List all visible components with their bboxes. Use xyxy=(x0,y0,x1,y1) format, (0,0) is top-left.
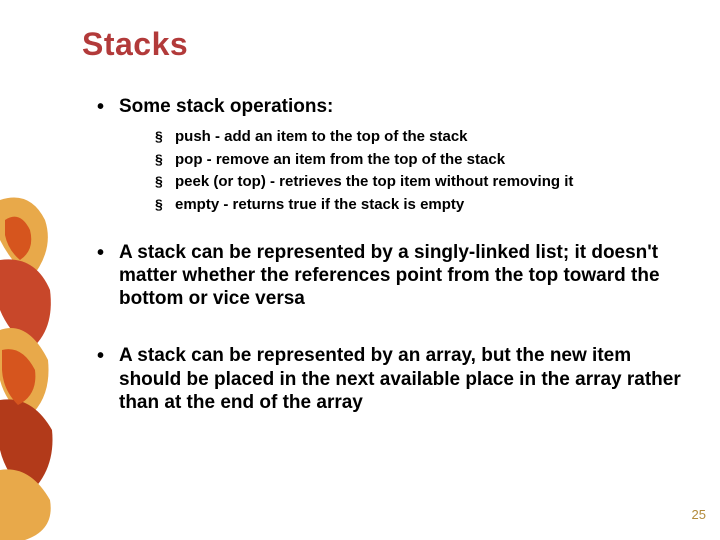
paragraph-array: A stack can be represented by an array, … xyxy=(95,344,695,414)
slide-content: Some stack operations: push - add an ite… xyxy=(95,95,695,414)
list-item: empty - returns true if the stack is emp… xyxy=(155,195,695,215)
section-heading: Some stack operations: xyxy=(95,95,695,119)
list-item: peek (or top) - retrieves the top item w… xyxy=(155,172,695,192)
operations-list: push - add an item to the top of the sta… xyxy=(95,127,695,215)
list-item: push - add an item to the top of the sta… xyxy=(155,127,695,147)
page-number: 25 xyxy=(692,507,706,522)
paragraph-linked-list: A stack can be represented by a singly-l… xyxy=(95,241,695,311)
autumn-leaves-decoration xyxy=(0,0,60,540)
list-item: pop - remove an item from the top of the… xyxy=(155,150,695,170)
slide-title: Stacks xyxy=(82,26,188,63)
